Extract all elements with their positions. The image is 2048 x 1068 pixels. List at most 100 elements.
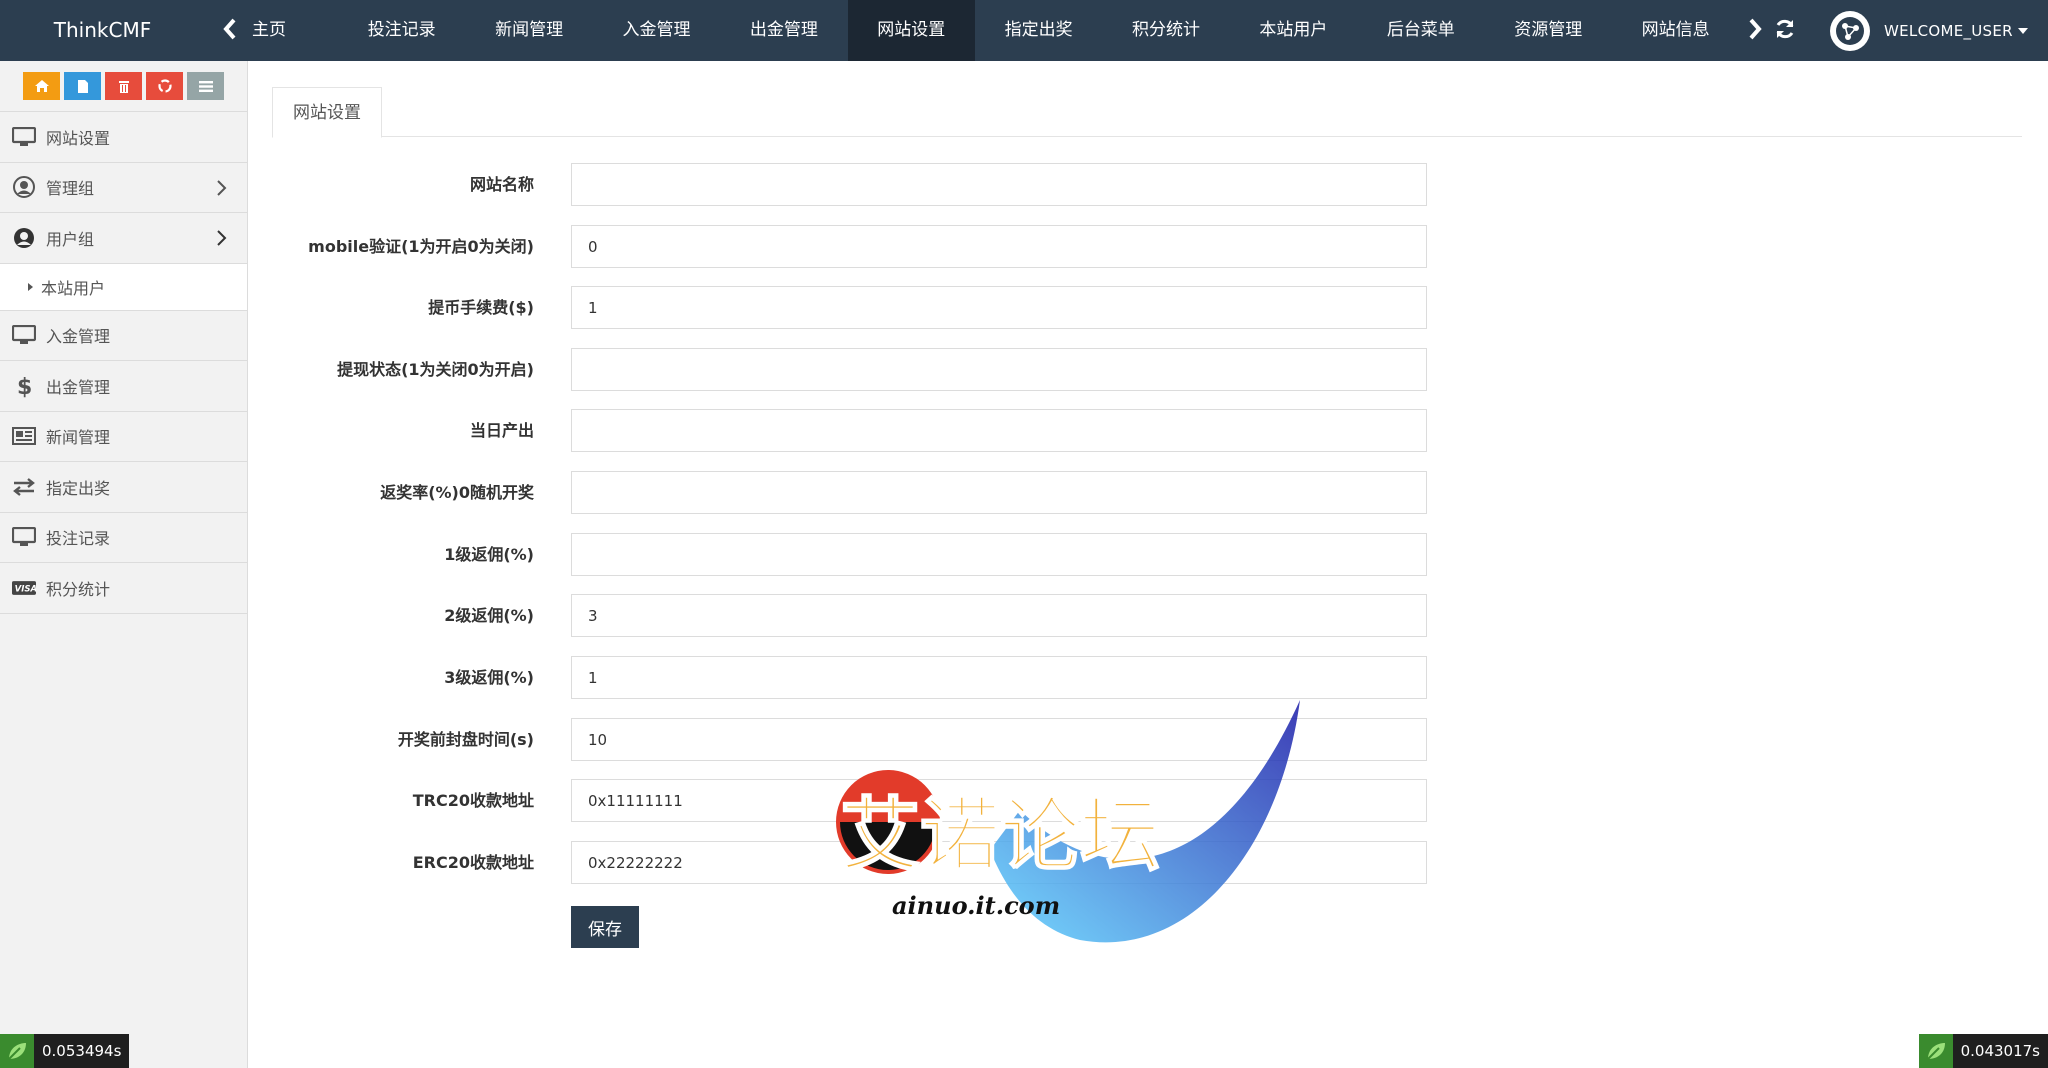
field-label: 开奖前封盘时间(s) [397, 730, 534, 749]
sidebar-item-deposit[interactable]: 入金管理 [0, 311, 247, 361]
visa-icon: VISA [12, 577, 36, 599]
caret-right-icon [28, 282, 33, 291]
monitor-icon [12, 526, 36, 548]
avatar [1830, 11, 1870, 51]
list-icon [198, 80, 213, 92]
shortcut-toolbar [0, 61, 247, 112]
field-label: 2级返佣(%) [444, 606, 534, 625]
content-tab-strip: 网站设置 [272, 87, 2022, 138]
tab-bet-records[interactable]: 投注记录 [338, 0, 465, 61]
recycle-icon [157, 79, 172, 93]
tab-points-stats[interactable]: 积分统计 [1102, 0, 1229, 61]
form-row-withdraw-status: 提现状态(1为关闭0为开启) [272, 348, 1432, 392]
refresh-icon[interactable] [1774, 18, 1798, 42]
field-label: 提币手续费($) [428, 298, 534, 317]
field-label: 提现状态(1为关闭0为开启) [337, 360, 534, 379]
caret-down-icon [2017, 28, 2028, 34]
sidebar-item-withdraw[interactable]: $ 出金管理 [0, 361, 247, 412]
home-icon [34, 80, 49, 92]
nav-next-icon[interactable] [1744, 14, 1766, 44]
monitor-icon [12, 126, 36, 148]
sidebar-item-label: 用户组 [46, 229, 95, 249]
field-label: 当日产出 [469, 421, 534, 440]
file-icon [77, 79, 88, 93]
level3-commission-input[interactable] [571, 656, 1427, 699]
sidebar-item-assign-prize[interactable]: 指定出奖 [0, 462, 247, 513]
sidebar-item-label: 积分统计 [46, 579, 111, 599]
sidebar-subitem-label: 本站用户 [41, 278, 106, 298]
user-circle-icon [12, 227, 36, 249]
form-row-level2-commission: 2级返佣(%) [272, 594, 1432, 638]
tab-site-settings-content[interactable]: 网站设置 [272, 87, 382, 138]
tab-admin-menu[interactable]: 后台菜单 [1357, 0, 1484, 61]
tab-site-users[interactable]: 本站用户 [1230, 0, 1357, 61]
main-content: 网站设置 网站名称 mobile验证(1为开启0为关闭) 提币手续费($) 提现… [272, 87, 2022, 948]
tab-news[interactable]: 新闻管理 [465, 0, 592, 61]
erc20-address-input[interactable] [571, 841, 1427, 884]
sidebar-item-points-stats[interactable]: VISA 积分统计 [0, 563, 247, 614]
sidebar-item-label: 出金管理 [46, 377, 111, 397]
form-row-mobile-verify: mobile验证(1为开启0为关闭) [272, 225, 1432, 269]
field-label: 网站名称 [469, 175, 534, 194]
dollar-icon: $ [12, 375, 36, 398]
nav-tabs: 投注记录 新闻管理 入金管理 出金管理 网站设置 指定出奖 积分统计 本站用户 … [338, 0, 1739, 61]
field-label: TRC20收款地址 [412, 791, 534, 810]
sidebar: 网站设置 管理组 用户组 本站用户 入金管理 $ 出金管理 新闻管理 指定出奖 … [0, 61, 248, 1068]
brand-logo[interactable]: ThinkCMF [0, 0, 205, 61]
save-button[interactable]: 保存 [571, 906, 639, 948]
field-label: 1级返佣(%) [444, 545, 534, 564]
tab-site-info[interactable]: 网站信息 [1612, 0, 1739, 61]
field-label: mobile验证(1为开启0为关闭) [308, 237, 534, 256]
timer-badge-right: 0.043017s [1918, 1034, 2048, 1068]
sidebar-item-label: 指定出奖 [46, 478, 111, 498]
recycle-shortcut-button[interactable] [146, 72, 183, 100]
list-shortcut-button[interactable] [187, 72, 224, 100]
trash-icon [118, 80, 129, 93]
newspaper-icon [12, 425, 36, 447]
form-row-trc20-address: TRC20收款地址 [272, 779, 1432, 823]
withdraw-status-input[interactable] [571, 348, 1427, 391]
user-menu[interactable]: WELCOME_USER [1830, 9, 2029, 53]
withdraw-fee-input[interactable] [571, 286, 1427, 329]
home-shortcut-button[interactable] [23, 72, 60, 100]
tab-resources[interactable]: 资源管理 [1485, 0, 1612, 61]
sidebar-item-news[interactable]: 新闻管理 [0, 412, 247, 462]
sidebar-item-user-group[interactable]: 用户组 [0, 213, 247, 264]
level1-commission-input[interactable] [571, 533, 1427, 576]
nav-prev-icon[interactable] [219, 14, 241, 44]
leaf-icon [1918, 1034, 1953, 1068]
chevron-right-icon [217, 230, 227, 246]
sidebar-item-site-settings[interactable]: 网站设置 [0, 112, 247, 163]
level2-commission-input[interactable] [571, 594, 1427, 637]
svg-text:VISA: VISA [15, 584, 36, 594]
sidebar-item-bet-records[interactable]: 投注记录 [0, 513, 247, 563]
site-name-input[interactable] [571, 163, 1427, 206]
tab-deposit[interactable]: 入金管理 [593, 0, 720, 61]
form-row-close-time: 开奖前封盘时间(s) [272, 718, 1432, 762]
file-shortcut-button[interactable] [64, 72, 101, 100]
chevron-right-icon [217, 179, 227, 196]
monitor-icon [12, 324, 36, 346]
sidebar-item-label: 管理组 [46, 179, 95, 199]
tab-site-settings[interactable]: 网站设置 [847, 0, 975, 61]
form-row-erc20-address: ERC20收款地址 [272, 841, 1432, 885]
sidebar-subitem-site-users[interactable]: 本站用户 [0, 263, 247, 311]
tab-assign-prize[interactable]: 指定出奖 [975, 0, 1102, 61]
top-navbar: ThinkCMF 主页 投注记录 新闻管理 入金管理 出金管理 网站设置 指定出… [0, 0, 2048, 61]
home-link[interactable]: 主页 [252, 0, 286, 61]
tab-withdraw[interactable]: 出金管理 [720, 0, 847, 61]
close-time-input[interactable] [571, 718, 1427, 761]
return-rate-input[interactable] [571, 471, 1427, 514]
exchange-icon [12, 476, 36, 498]
sidebar-item-admin-group[interactable]: 管理组 [0, 163, 247, 213]
daily-output-input[interactable] [571, 409, 1427, 452]
timer-text: 0.043017s [1952, 1034, 2048, 1068]
field-label: 返奖率(%)0随机开奖 [380, 483, 534, 502]
sidebar-item-label: 新闻管理 [46, 428, 111, 448]
watermark-url: ainuo.it.com [892, 891, 1060, 920]
field-label: 3级返佣(%) [444, 668, 534, 687]
trash-shortcut-button[interactable] [105, 72, 142, 100]
form-row-return-rate: 返奖率(%)0随机开奖 [272, 471, 1432, 515]
trc20-address-input[interactable] [571, 779, 1427, 822]
mobile-verify-input[interactable] [571, 225, 1427, 268]
